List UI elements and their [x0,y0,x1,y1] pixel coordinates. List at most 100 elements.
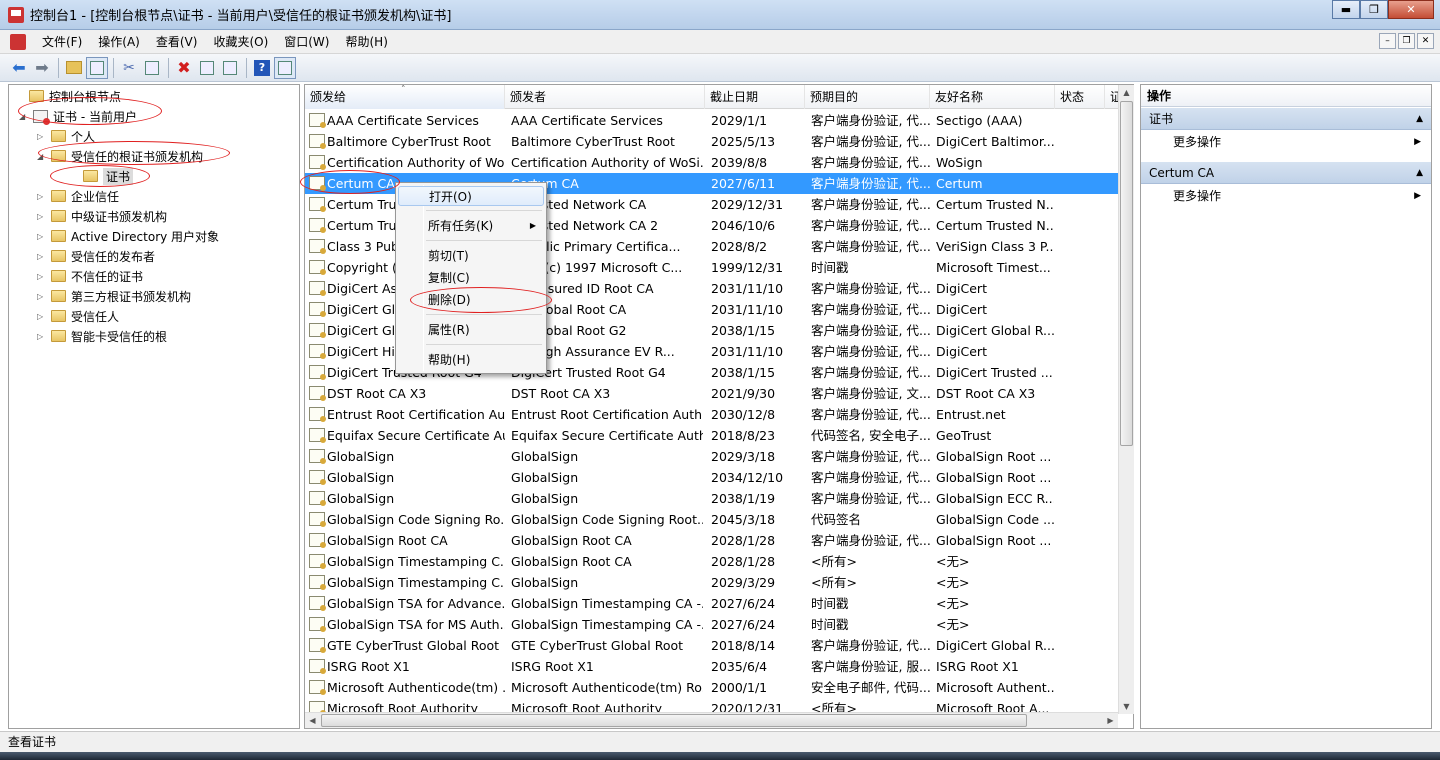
context-menu-cut[interactable]: 剪切(T) [398,246,544,266]
tree-node[interactable]: ▷ Active Directory 用户对象 [37,226,219,246]
close-button[interactable]: ✕ [1388,0,1434,19]
scroll-right-icon[interactable]: ▶ [1103,713,1118,728]
table-row[interactable]: GlobalSign GlobalSign 2029/3/18 客户端身份验证, 代.… [305,446,1119,467]
tree-node[interactable]: ▷ 受信任人 [37,306,119,326]
folder-icon [51,310,66,322]
table-row[interactable]: GlobalSign Timestamping C... GlobalSign R… [305,551,1119,572]
tree-node[interactable]: ▷ 智能卡受信任的根 [37,326,167,346]
collapsed-arrow-icon[interactable]: ▷ [37,272,47,281]
table-row[interactable]: Equifax Secure Certificate Au... Equifax … [305,425,1119,446]
menu-favorites[interactable]: 收藏夹(O) [205,30,276,54]
collapse-caret-icon[interactable]: ▲ [1416,162,1423,184]
scroll-up-icon[interactable]: ▲ [1119,85,1134,100]
copy-button[interactable] [141,57,163,79]
list-vertical-scrollbar[interactable]: ▲ ▼ [1118,85,1134,714]
menu-file[interactable]: 文件(F) [34,30,90,54]
tree-node[interactable]: 控制台根节点 [15,86,121,106]
table-row[interactable]: DST Root CA X3 DST Root CA X3 2021/9/30 客户端… [305,383,1119,404]
context-menu-all-tasks[interactable]: 所有任务(K) ▶ [398,216,544,236]
context-menu-open[interactable]: 打开(O) [398,186,544,206]
table-row[interactable]: Baltimore CyberTrust Root Baltimore Cyber… [305,131,1119,152]
help-button[interactable]: ? [251,57,273,79]
certificate-list[interactable]: 颁发给 ˄ 颁发者 截止日期 预期目的 友好名称 状态 证 AAA Certif… [304,84,1134,729]
column-status[interactable]: 状态 [1055,85,1105,109]
column-issued-by[interactable]: 颁发者 [505,85,705,109]
tree-node[interactable]: ▷ 第三方根证书颁发机构 [37,286,191,306]
table-row[interactable]: GlobalSign Timestamping C... GlobalSign 20… [305,572,1119,593]
restore-button[interactable]: ❐ [1360,0,1388,19]
context-menu-copy[interactable]: 复制(C) [398,268,544,288]
collapsed-arrow-icon[interactable]: ▷ [37,312,47,321]
cut-button[interactable]: ✂ [118,57,140,79]
export-list-button[interactable] [219,57,241,79]
tree-node[interactable]: ▷ 企业信任 [37,186,119,206]
collapsed-arrow-icon[interactable]: ▷ [37,232,47,241]
properties-button[interactable] [196,57,218,79]
tree-node[interactable]: ◢ 受信任的根证书颁发机构 [37,146,203,166]
table-row[interactable]: ISRG Root X1 ISRG Root X1 2035/6/4 客户端身份验证,… [305,656,1119,677]
expanded-arrow-icon[interactable]: ◢ [37,152,47,161]
collapsed-arrow-icon[interactable]: ▷ [37,132,47,141]
show-hide-action-pane-button[interactable] [274,56,296,79]
scroll-down-icon[interactable]: ▼ [1119,699,1134,714]
action-section-certum-ca[interactable]: Certum CA ▲ [1141,162,1431,184]
show-hide-tree-button[interactable] [86,56,108,79]
collapsed-arrow-icon[interactable]: ▷ [37,332,47,341]
window-title-bar[interactable]: 控制台1 - [控制台根节点\证书 - 当前用户\受信任的根证书颁发机构\证书]… [0,0,1440,30]
table-row[interactable]: AAA Certificate Services AAA Certificate … [305,110,1119,131]
menu-action[interactable]: 操作(A) [90,30,148,54]
vertical-scroll-thumb[interactable] [1120,101,1133,446]
table-row[interactable]: GlobalSign TSA for Advance... GlobalSign … [305,593,1119,614]
console-tree[interactable]: 控制台根节点 ◢ 证书 - 当前用户 ▷ 个人 ◢ 受信任的根证书颁发机构 证书 ▷ 企业信任 ▷ 中… [8,84,300,729]
table-row[interactable]: GTE CyberTrust Global Root GTE CyberTrust… [305,635,1119,656]
table-row[interactable]: GlobalSign GlobalSign 2034/12/10 客户端身份验证, 代… [305,467,1119,488]
back-button[interactable]: ⬅ [8,57,30,79]
action-section-certificates[interactable]: 证书 ▲ [1141,108,1431,130]
minimize-button[interactable]: ▬ [1332,0,1360,19]
tree-node-label: 受信任人 [71,309,120,324]
child-restore-button[interactable]: ❐ [1398,33,1415,49]
table-row[interactable]: GlobalSign TSA for MS Auth... GlobalSign … [305,614,1119,635]
tree-node[interactable]: ▷ 受信任的发布者 [37,246,155,266]
mmc-app-icon[interactable] [8,6,24,23]
expanded-arrow-icon[interactable]: ◢ [19,112,29,121]
console-icon[interactable] [10,33,26,50]
up-one-level-button[interactable] [63,57,85,79]
tree-node[interactable]: ▷ 不信任的证书 [37,266,143,286]
child-minimize-button[interactable]: – [1379,33,1396,49]
collapsed-arrow-icon[interactable]: ▷ [37,192,47,201]
action-more-actions[interactable]: 更多操作 ▶ [1141,186,1431,206]
list-horizontal-scrollbar[interactable]: ◀ ▶ [305,712,1118,728]
column-issued-to[interactable]: 颁发给 ˄ [305,85,505,109]
delete-button[interactable]: ✖ [173,57,195,79]
collapsed-arrow-icon[interactable]: ▷ [37,292,47,301]
horizontal-scroll-thumb[interactable] [321,714,1027,727]
tree-node[interactable]: ◢ 证书 - 当前用户 [19,106,137,126]
table-row[interactable]: GlobalSign GlobalSign 2038/1/19 客户端身份验证, 代.… [305,488,1119,509]
menu-help[interactable]: 帮助(H) [337,30,395,54]
action-more-actions[interactable]: 更多操作 ▶ [1141,132,1431,152]
menu-view[interactable]: 查看(V) [148,30,206,54]
forward-button[interactable]: ➡ [31,57,53,79]
table-row[interactable]: GlobalSign Root CA GlobalSign Root CA 2028… [305,530,1119,551]
tree-node[interactable]: ▷ 中级证书颁发机构 [37,206,167,226]
table-cell: ISRG Root X1 [327,659,410,674]
context-menu-help[interactable]: 帮助(H) [398,350,544,370]
table-row[interactable]: Certification Authority of Wo... Certific… [305,152,1119,173]
context-menu-delete[interactable]: 删除(D) [398,290,544,310]
tree-node[interactable]: 证书 [69,166,134,186]
scroll-left-icon[interactable]: ◀ [305,713,320,728]
collapse-caret-icon[interactable]: ▲ [1416,108,1423,130]
table-row[interactable]: GlobalSign Code Signing Ro... GlobalSign … [305,509,1119,530]
tree-node[interactable]: ▷ 个人 [37,126,95,146]
column-expiration-date[interactable]: 截止日期 [705,85,805,109]
menu-window[interactable]: 窗口(W) [276,30,337,54]
column-friendly-name[interactable]: 友好名称 [930,85,1055,109]
collapsed-arrow-icon[interactable]: ▷ [37,212,47,221]
collapsed-arrow-icon[interactable]: ▷ [37,252,47,261]
table-row[interactable]: Entrust Root Certification Au... Entrust … [305,404,1119,425]
context-menu-properties[interactable]: 属性(R) [398,320,544,340]
table-row[interactable]: Microsoft Authenticode(tm) ... Microsoft … [305,677,1119,698]
child-close-button[interactable]: ✕ [1417,33,1434,49]
column-intended-purposes[interactable]: 预期目的 [805,85,930,109]
